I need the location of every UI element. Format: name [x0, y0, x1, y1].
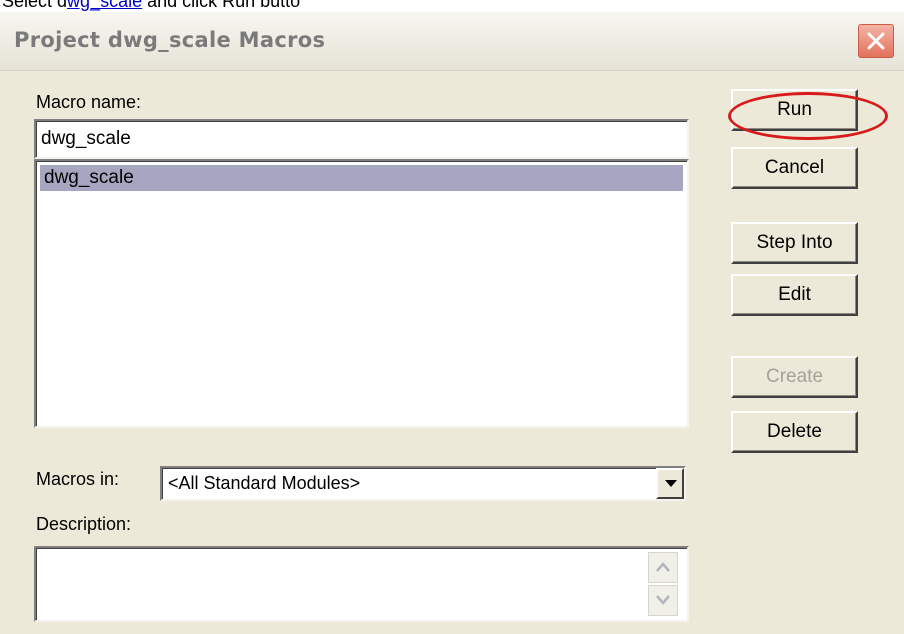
close-button[interactable] [858, 24, 894, 58]
dropdown-button[interactable] [656, 468, 684, 499]
delete-button[interactable]: Delete [731, 411, 858, 453]
instruction-link[interactable]: wg_scale [67, 0, 142, 11]
cancel-button[interactable]: Cancel [731, 147, 858, 189]
macros-in-dropdown[interactable]: <All Standard Modules> [160, 466, 686, 501]
step-into-button[interactable]: Step Into [731, 222, 858, 264]
create-button[interactable]: Create [731, 356, 858, 398]
list-item[interactable]: dwg_scale [40, 165, 683, 191]
window-title: Project dwg_scale Macros [14, 28, 326, 52]
chevron-down-icon [665, 480, 677, 487]
run-highlight-circle [728, 92, 888, 140]
chevron-up-icon [656, 562, 670, 572]
chevron-down-icon [656, 595, 670, 605]
instruction-text: Select dwg_scale and click Run butto [2, 0, 300, 12]
description-field[interactable] [34, 546, 689, 622]
instruction-suffix: and click Run butto [142, 0, 301, 11]
description-scrollbar[interactable] [648, 552, 678, 616]
macros-in-value: <All Standard Modules> [168, 473, 361, 493]
instruction-prefix: Select d [2, 0, 68, 11]
close-icon [867, 32, 885, 50]
macros-dialog: Project dwg_scale Macros Macro name: dwg… [0, 12, 904, 634]
macro-name-input[interactable]: dwg_scale [34, 119, 689, 159]
edit-button[interactable]: Edit [731, 274, 858, 316]
macro-list[interactable]: dwg_scale [34, 159, 689, 428]
scroll-down-button[interactable] [648, 585, 678, 616]
scroll-up-button[interactable] [648, 552, 678, 583]
macro-name-label: Macro name: [36, 92, 142, 112]
title-bar: Project dwg_scale Macros [0, 12, 904, 71]
description-label: Description: [36, 514, 132, 534]
macros-in-label: Macros in: [36, 469, 120, 489]
